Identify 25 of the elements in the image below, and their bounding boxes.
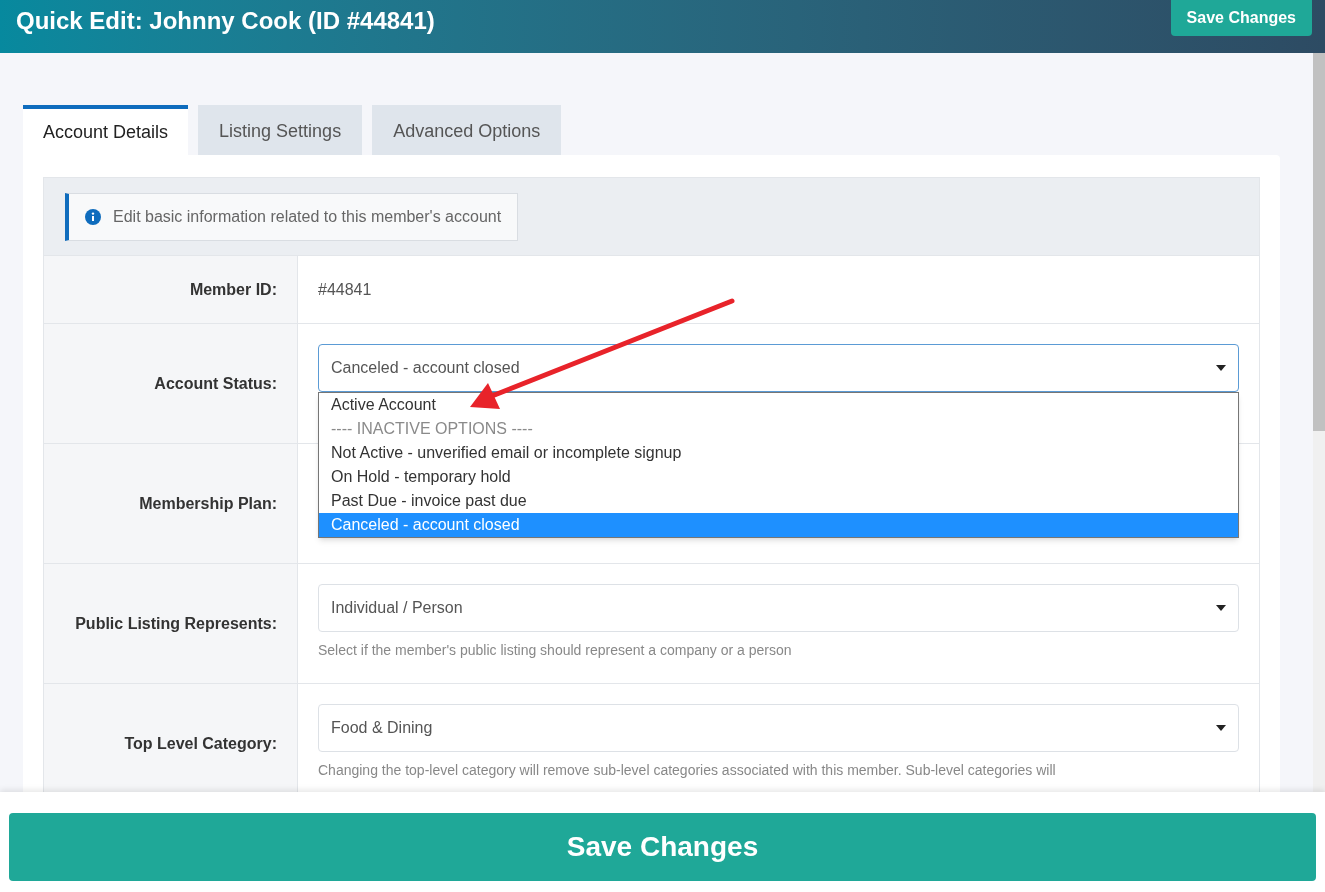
select-field[interactable]: Canceled - account closed: [318, 344, 1239, 392]
tab[interactable]: Advanced Options: [372, 105, 562, 155]
field-label: Public Listing Represents:: [75, 613, 277, 634]
field-label: Membership Plan:: [139, 493, 277, 514]
dropdown-option[interactable]: Not Active - unverified email or incomplete signup: [319, 441, 1238, 465]
field-label: Top Level Category:: [124, 733, 277, 754]
caret-icon: [1216, 365, 1226, 371]
tab[interactable]: Account Details: [23, 105, 189, 155]
dropdown-option[interactable]: On Hold - temporary hold: [319, 465, 1238, 489]
caret-icon: [1216, 725, 1226, 731]
tab[interactable]: Listing Settings: [198, 105, 363, 155]
select-field[interactable]: Food & Dining: [318, 704, 1239, 752]
field-label: Member ID:: [189, 279, 277, 300]
page-title: Quick Edit: Johnny Cook (ID #44841): [16, 6, 435, 36]
help-text: Select if the member's public listing should represent a company or a person: [318, 641, 793, 660]
dropdown-option[interactable]: Active Account: [319, 393, 1238, 417]
caret-icon: [1216, 605, 1226, 611]
select-field[interactable]: Individual / Person: [318, 584, 1239, 632]
scrollbar-thumb[interactable]: [1313, 53, 1325, 431]
help-text: Changing the top-level category will remove sub-level categories associated with this member. Sub-level categories will: [318, 761, 1057, 780]
field-value: #44841: [318, 279, 373, 300]
dropdown-option[interactable]: Past Due - invoice past due: [319, 489, 1238, 513]
field-label: Account Status:: [154, 373, 277, 394]
info-text: Edit basic information related to this member's account: [113, 206, 502, 227]
info-icon: [85, 208, 101, 225]
